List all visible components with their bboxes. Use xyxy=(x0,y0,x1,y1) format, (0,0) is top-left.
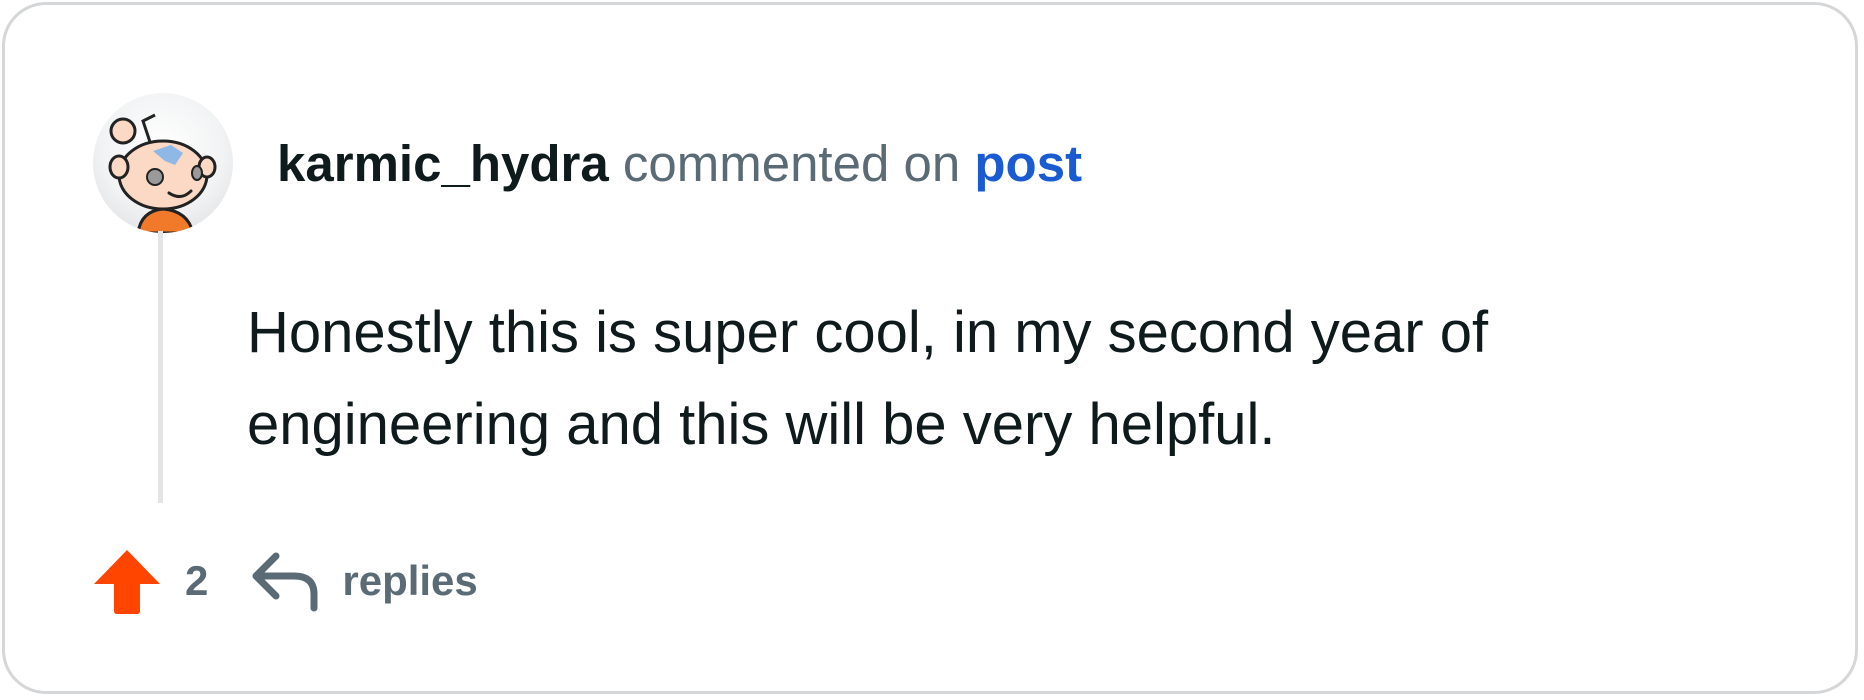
comment-card: karmic_hydra commented on post Honestly … xyxy=(2,2,1858,694)
comment-body: Honestly this is super cool, in my secon… xyxy=(247,300,1489,457)
replies-button[interactable]: replies xyxy=(250,550,478,612)
thread-line xyxy=(158,231,163,503)
upvote-arrow-icon[interactable] xyxy=(93,547,161,615)
reply-arrow-icon xyxy=(252,552,318,612)
post-link[interactable]: post xyxy=(974,135,1082,192)
snoo-avatar-icon xyxy=(108,113,217,233)
comment-actions: 2 replies xyxy=(93,545,478,617)
user-avatar[interactable] xyxy=(93,93,233,233)
replies-label: replies xyxy=(342,557,478,604)
author-username[interactable]: karmic_hydra xyxy=(277,135,609,192)
action-text: commented on xyxy=(622,135,961,192)
vote-count: 2 xyxy=(185,557,209,604)
comment-header: karmic_hydra commented on post xyxy=(277,133,1082,195)
